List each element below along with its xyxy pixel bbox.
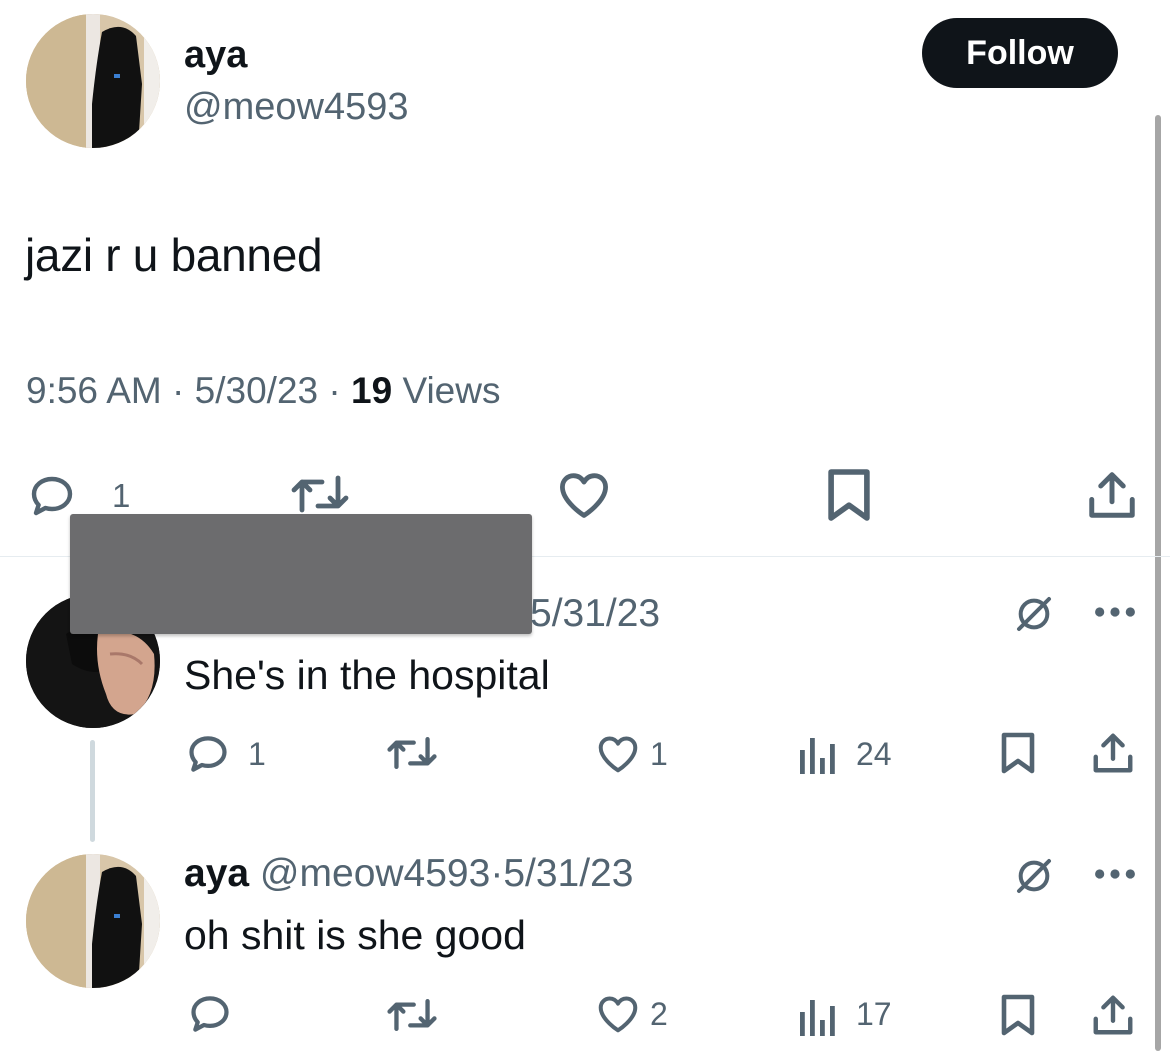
views-count: 24 (856, 736, 892, 772)
reply-text: oh shit is she good (184, 912, 526, 958)
retweet-icon[interactable] (288, 472, 352, 516)
reply-author-name[interactable]: aya (184, 852, 249, 895)
share-icon[interactable] (1090, 992, 1136, 1038)
more-options-icon[interactable] (1092, 866, 1138, 882)
avatar-image (26, 14, 160, 148)
views-count: 17 (856, 996, 892, 1032)
reply-date[interactable]: 5/31/23 (530, 592, 660, 636)
redaction-block (70, 514, 532, 634)
reply-count: 1 (248, 736, 266, 772)
tweet-date[interactable]: 5/30/23 (195, 370, 318, 411)
retweet-icon[interactable] (384, 996, 440, 1034)
tweet-time[interactable]: 9:56 AM (26, 370, 162, 411)
reply-header: aya @meow4593·5/31/23 (184, 852, 633, 896)
reply-count: 1 (112, 477, 131, 514)
like-count: 1 (650, 736, 668, 772)
retweet-icon[interactable] (384, 734, 440, 772)
reply-icon[interactable] (186, 732, 230, 776)
meta-separator: · (172, 370, 185, 411)
author-handle[interactable]: @meow4593 (184, 86, 408, 129)
views-icon[interactable] (796, 996, 836, 1036)
bookmark-icon[interactable] (826, 466, 872, 524)
follow-button[interactable]: Follow (922, 18, 1118, 88)
like-icon[interactable] (594, 734, 642, 774)
share-icon[interactable] (1090, 730, 1136, 776)
like-icon[interactable] (594, 994, 642, 1034)
views-icon[interactable] (796, 734, 836, 774)
bookmark-icon[interactable] (1000, 730, 1036, 776)
like-count: 2 (650, 996, 668, 1032)
views-label: Views (402, 370, 501, 411)
reply-icon[interactable] (188, 992, 232, 1036)
reply-avatar[interactable] (26, 854, 160, 988)
reply-icon[interactable] (28, 472, 76, 520)
reply-author-handle[interactable]: @meow4593 (260, 852, 490, 895)
tweet-text: jazi r u banned (25, 229, 323, 281)
more-options-icon[interactable] (1092, 604, 1138, 620)
grok-icon[interactable] (1014, 856, 1054, 896)
scrollbar[interactable] (1155, 115, 1161, 1051)
meta-separator: · (490, 852, 504, 895)
grok-icon[interactable] (1014, 594, 1054, 634)
bookmark-icon[interactable] (1000, 992, 1036, 1038)
author-name[interactable]: aya (184, 34, 247, 77)
views-count: 19 (351, 370, 393, 411)
like-icon[interactable] (554, 470, 614, 520)
author-avatar[interactable] (26, 14, 160, 148)
thread-line (90, 740, 95, 842)
reply-date[interactable]: 5/31/23 (503, 852, 633, 895)
meta-separator: · (328, 370, 341, 411)
share-icon[interactable] (1084, 468, 1140, 522)
tweet-meta: 9:56 AM · 5/30/23 · 19 Views (26, 370, 500, 412)
avatar-image (26, 854, 160, 988)
reply-text: She's in the hospital (184, 652, 550, 698)
